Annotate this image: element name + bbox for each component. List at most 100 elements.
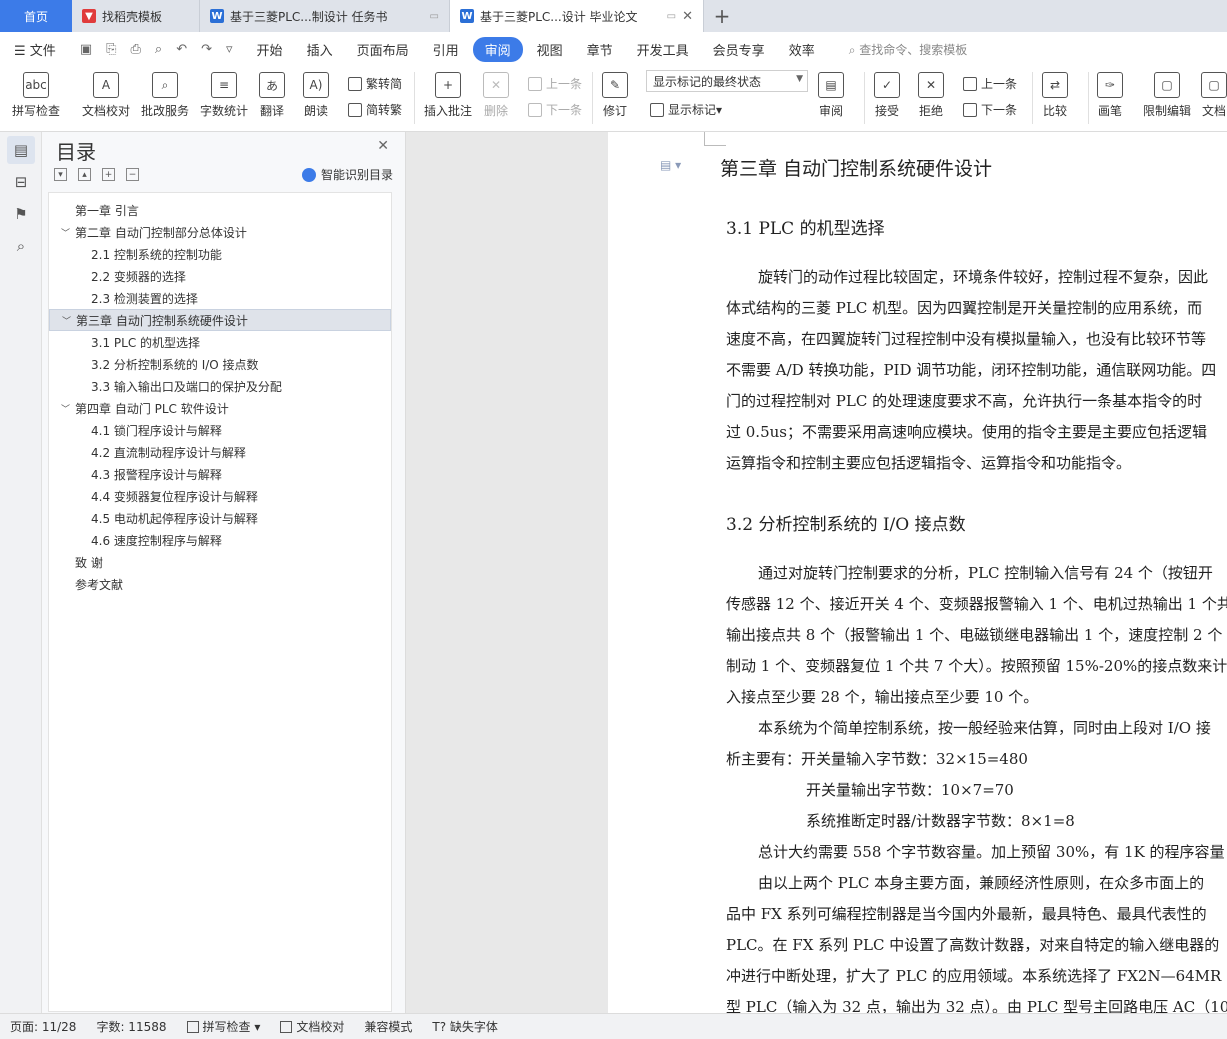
translate-button[interactable]: あ翻译 (259, 72, 285, 119)
toc-pane-icon[interactable]: ▤ (7, 136, 35, 164)
toc-item[interactable]: 4.3 报警程序设计与解释 (49, 463, 391, 485)
side-icon-strip: ▤ ⊟ ⚑ ⌕ (0, 132, 42, 1013)
prev-comment-button[interactable]: 上一条 (528, 75, 582, 92)
menu-view[interactable]: 视图 (537, 40, 563, 59)
redo-icon[interactable]: ↷ (201, 42, 212, 57)
tab-thesis-doc[interactable]: W 基于三菱PLC...设计 毕业论文 ▭ ✕ (450, 0, 704, 32)
pen-button[interactable]: ✑ 画笔 (1097, 72, 1123, 119)
trad-to-simp-button[interactable]: 繁转简 (348, 75, 402, 92)
close-icon[interactable]: ✕ (682, 9, 693, 24)
undo-icon[interactable]: ↶ (176, 42, 187, 57)
word-count-button[interactable]: ≡ 字数统计 (200, 72, 248, 119)
toc-item[interactable]: 4.5 电动机起停程序设计与解释 (49, 507, 391, 529)
tab-task-doc[interactable]: W 基于三菱PLC...制设计 任务书 ▭ (200, 0, 450, 32)
menu-layout[interactable]: 页面布局 (357, 40, 409, 59)
toc-item-label: 第一章 引言 (75, 203, 139, 218)
command-search[interactable]: ⌕ 查找命令、搜索模板 (849, 41, 968, 58)
expand-all-icon[interactable]: ▴ (78, 168, 91, 181)
close-icon[interactable]: ✕ (377, 138, 389, 154)
compare-button[interactable]: ⇄ 比较 (1042, 72, 1068, 119)
menu-insert[interactable]: 插入 (307, 40, 333, 59)
add-heading-icon[interactable]: + (102, 168, 115, 181)
insert-comment-button[interactable]: + 插入批注 (424, 72, 472, 119)
spell-check-button[interactable]: abc 拼写检查 (12, 72, 60, 119)
new-tab-button[interactable]: + (704, 0, 740, 32)
toc-item[interactable]: 3.2 分析控制系统的 I/O 接点数 (49, 353, 391, 375)
text-line: 运算指令和控制主要应包括逻辑指令、运算指令和功能指令。 (726, 454, 1132, 472)
document-page[interactable]: ▤ ▾ 第三章 自动门控制系统硬件设计 3.1 PLC 的机型选择 旋转门的动作… (608, 132, 1227, 1013)
menu-chapter[interactable]: 章节 (587, 40, 613, 59)
tab-screen-icon[interactable]: ▭ (430, 11, 439, 22)
search-icon[interactable]: ⌕ (7, 232, 35, 260)
toc-item[interactable]: ﹀ 第二章 自动门控制部分总体设计 (49, 221, 391, 243)
toc-item[interactable]: 4.6 速度控制程序与解释 (49, 529, 391, 551)
file-menu[interactable]: ☰ 文件 (14, 40, 56, 59)
doc-proof-button[interactable]: A 文档校对 (82, 72, 130, 119)
toc-item[interactable]: 3.3 输入输出口及端口的保护及分配 (49, 375, 391, 397)
review-pane-button[interactable]: ▤ 审阅 (818, 72, 844, 119)
print-icon[interactable]: ⎙ (131, 42, 141, 57)
read-aloud-button[interactable]: A) 朗读 (303, 72, 329, 119)
compare-label: 比较 (1042, 104, 1067, 118)
prev-change-button[interactable]: 上一条 (963, 75, 1017, 92)
show-markup-button[interactable]: 显示标记 ▾ (650, 101, 722, 118)
markup-mode-select[interactable]: 显示标记的最终状态 ▼ (646, 70, 808, 92)
toc-item[interactable]: 4.2 直流制动程序设计与解释 (49, 441, 391, 463)
toc-item[interactable]: 2.1 控制系统的控制功能 (49, 243, 391, 265)
chapter-nav-icon[interactable]: ⊟ (7, 168, 35, 196)
chevron-down-icon[interactable]: ﹀ (62, 314, 76, 327)
toc-item[interactable]: 致 谢 (49, 551, 391, 573)
word-count-indicator[interactable]: 字数: 11588 (96, 1018, 166, 1035)
bookmark-icon[interactable]: ⚑ (7, 200, 35, 228)
next-change-button[interactable]: 下一条 (963, 101, 1017, 118)
menu-efficiency[interactable]: 效率 (789, 40, 815, 59)
section-paragraph: 通过对旋转门控制要求的分析，PLC 控制输入信号有 24 个（按钮开 传感器 12… (726, 558, 1227, 1013)
menu-review[interactable]: 审阅 (472, 36, 523, 62)
compat-mode: 兼容模式 (364, 1020, 413, 1034)
menu-member[interactable]: 会员专享 (713, 40, 765, 59)
simp-to-trad-button[interactable]: 简转繁 (348, 101, 402, 118)
toc-item[interactable]: 参考文献 (49, 573, 391, 595)
delete-comment-button[interactable]: ✕ 删除 (483, 72, 509, 119)
command-search-placeholder: 查找命令、搜索模板 (859, 42, 968, 57)
toc-item[interactable]: ﹀ 第四章 自动门 PLC 软件设计 (49, 397, 391, 419)
more-icon[interactable]: ▿ (226, 42, 233, 57)
tab-template[interactable]: ▼ 找稻壳模板 (72, 0, 200, 32)
restrict-edit-button[interactable]: ▢ 限制编辑 (1143, 72, 1191, 119)
track-changes-label: 修订 (602, 104, 627, 118)
chevron-down-icon[interactable]: ﹀ (61, 226, 75, 239)
next-comment-button[interactable]: 下一条 (528, 101, 582, 118)
page-indicator[interactable]: 页面: 11/28 (10, 1018, 76, 1035)
spell-check-status[interactable]: 拼写检查 ▾ (186, 1018, 260, 1035)
word-count-icon: ≡ (211, 72, 237, 98)
doc-proof-status[interactable]: 文档校对 (280, 1018, 344, 1035)
save-icon[interactable]: ▣ (80, 42, 92, 57)
preview-icon[interactable]: ⌕ (155, 42, 162, 57)
remove-heading-icon[interactable]: − (126, 168, 139, 181)
toc-item[interactable]: 3.1 PLC 的机型选择 (49, 331, 391, 353)
tab-home[interactable]: 首页 (0, 0, 72, 32)
toc-item[interactable]: 4.1 锁门程序设计与解释 (49, 419, 391, 441)
menu-devtools[interactable]: 开发工具 (637, 40, 689, 59)
chevron-down-icon[interactable]: ﹀ (61, 402, 75, 415)
toc-item-label: 2.2 变频器的选择 (91, 269, 186, 284)
export-icon[interactable]: ⎘ (106, 42, 116, 57)
accept-button[interactable]: ✓ 接受 (874, 72, 900, 119)
tab-screen-icon[interactable]: ▭ (667, 11, 676, 22)
menu-reference[interactable]: 引用 (433, 40, 459, 59)
smart-toc-button[interactable]: 智能识别目录 (301, 166, 393, 183)
batch-service-button[interactable]: ⌕ 批改服务 (141, 72, 189, 119)
track-changes-button[interactable]: ✎ 修订 (602, 72, 628, 119)
toc-item[interactable]: ﹀ 第三章 自动门控制系统硬件设计 (49, 309, 391, 331)
checkbox-icon (186, 1020, 199, 1033)
reject-button[interactable]: ✕ 拒绝 (918, 72, 944, 119)
toc-item[interactable]: 第一章 引言 (49, 199, 391, 221)
toc-list: 第一章 引言 ﹀ 第二章 自动门控制部分总体设计 2.1 控制系统的控制功能 2.2 变… (48, 192, 392, 1012)
menu-start[interactable]: 开始 (257, 40, 283, 59)
doc-rights-button[interactable]: ▢ 文档 (1201, 72, 1227, 119)
toc-item[interactable]: 2.3 检测装置的选择 (49, 287, 391, 309)
missing-font-status[interactable]: T? 缺失字体 (432, 1018, 498, 1035)
toc-item[interactable]: 2.2 变频器的选择 (49, 265, 391, 287)
toc-item[interactable]: 4.4 变频器复位程序设计与解释 (49, 485, 391, 507)
collapse-all-icon[interactable]: ▾ (54, 168, 67, 181)
